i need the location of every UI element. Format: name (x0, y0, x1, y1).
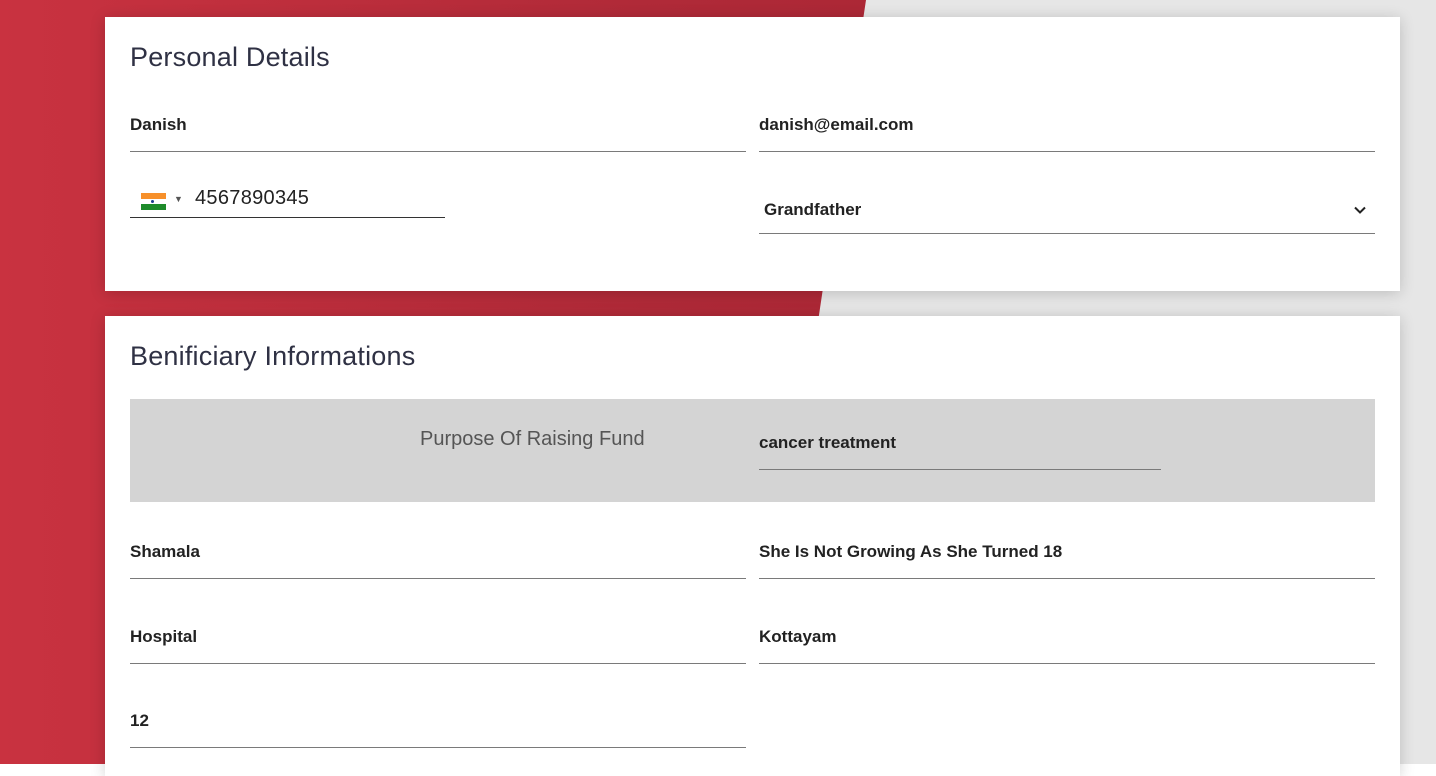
beneficiary-card: Benificiary Informations Purpose Of Rais… (105, 316, 1400, 776)
purpose-field[interactable]: cancer treatment (759, 433, 1161, 470)
relation-select-value: Grandfather (764, 200, 862, 219)
email-field-value: danish@email.com (759, 115, 914, 134)
age-field-value: 12 (130, 711, 149, 730)
phone-input[interactable]: ▼ 4567890345 (130, 187, 445, 218)
hospital-field[interactable]: Hospital (130, 627, 746, 664)
hospital-field-value: Hospital (130, 627, 198, 646)
name-field[interactable]: Danish (130, 115, 746, 152)
purpose-field-value: cancer treatment (759, 433, 897, 452)
beneficiary-name-value: Shamala (130, 542, 200, 561)
purpose-section: Purpose Of Raising Fund cancer treatment (130, 399, 1375, 502)
personal-details-card: Personal Details Danish danish@email.com… (105, 17, 1400, 291)
phone-number-value: 4567890345 (195, 187, 310, 209)
city-field-value: Kottayam (759, 627, 837, 646)
beneficiary-description-value: She Is Not Growing As She Turned 18 (759, 542, 1063, 561)
purpose-label: Purpose Of Raising Fund (420, 428, 645, 450)
personal-details-title: Personal Details (130, 42, 330, 72)
email-field[interactable]: danish@email.com (759, 115, 1375, 152)
india-flag-icon[interactable] (141, 193, 166, 211)
relation-select[interactable]: Grandfather (759, 189, 1375, 234)
age-field[interactable]: 12 (130, 711, 746, 748)
beneficiary-description-field[interactable]: She Is Not Growing As She Turned 18 (759, 542, 1375, 579)
name-field-value: Danish (130, 115, 187, 134)
beneficiary-name-field[interactable]: Shamala (130, 542, 746, 579)
country-dropdown-caret-icon[interactable]: ▼ (174, 194, 183, 204)
chevron-down-icon (1354, 206, 1366, 214)
city-field[interactable]: Kottayam (759, 627, 1375, 664)
beneficiary-title: Benificiary Informations (130, 341, 416, 371)
